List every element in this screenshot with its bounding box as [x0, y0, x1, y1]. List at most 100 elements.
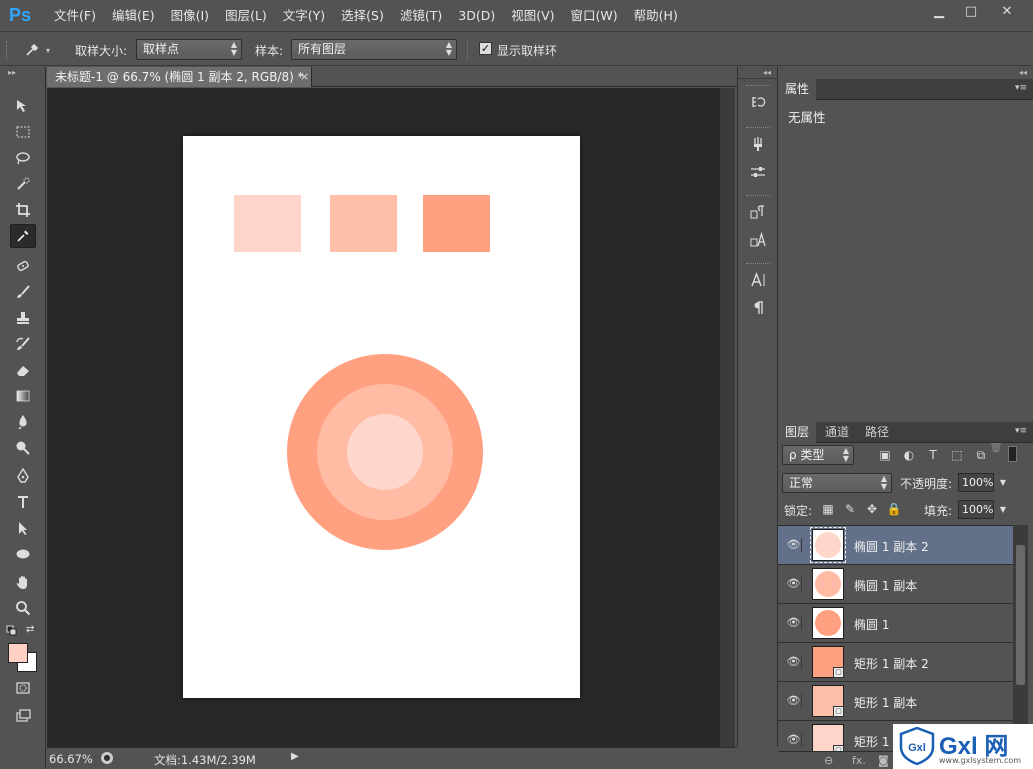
tab-properties[interactable]: 属性: [778, 79, 817, 100]
menu-select[interactable]: 选择(S): [333, 0, 392, 32]
healing-brush-tool-icon[interactable]: [10, 254, 36, 278]
paragraph-panel-icon[interactable]: [747, 297, 769, 319]
screen-mode-icon[interactable]: [10, 704, 36, 728]
clone-stamp-tool-icon[interactable]: [10, 306, 36, 330]
close-button[interactable]: ✕: [987, 2, 1027, 20]
fill-input[interactable]: 100%: [958, 500, 994, 519]
zoom-level[interactable]: 66.67%: [49, 752, 93, 766]
dodge-tool-icon[interactable]: [10, 436, 36, 460]
status-menu-arrow[interactable]: ▶: [291, 751, 299, 762]
lock-image-icon[interactable]: ✎: [842, 501, 858, 517]
path-selection-tool-icon[interactable]: [10, 516, 36, 540]
paragraph-styles-icon[interactable]: [747, 201, 769, 223]
foreground-color-swatch[interactable]: [8, 643, 28, 663]
history-panel-icon[interactable]: [747, 91, 769, 113]
eye-icon[interactable]: 👁: [786, 694, 802, 708]
default-colors-icon[interactable]: [6, 625, 18, 637]
tool-preset-picker[interactable]: ▾: [24, 40, 64, 60]
menu-filter[interactable]: 滤镜(T): [392, 0, 450, 32]
blur-tool-icon[interactable]: [10, 410, 36, 434]
opacity-input[interactable]: 100%: [958, 473, 994, 492]
menu-window[interactable]: 窗口(W): [563, 0, 626, 32]
tools-collapse-button[interactable]: ▸▸: [0, 67, 45, 79]
menu-3d[interactable]: 3D(D): [450, 0, 503, 32]
right-panels-collapse-button[interactable]: ◂◂: [778, 67, 1033, 79]
filter-type-icon[interactable]: T: [924, 447, 942, 463]
dock-grip[interactable]: [746, 263, 770, 265]
filter-smart-object-icon[interactable]: ⧉: [972, 447, 990, 463]
layer-name[interactable]: 椭圆 1 副本: [854, 577, 917, 594]
menu-layer[interactable]: 图层(L): [217, 0, 275, 32]
link-layers-icon[interactable]: ⊖: [824, 754, 833, 767]
filter-pixel-icon[interactable]: ▣: [876, 447, 894, 463]
layer-row[interactable]: 👁 椭圆 1 副本 2: [778, 526, 1013, 565]
marquee-tool-icon[interactable]: [10, 120, 36, 144]
quick-selection-tool-icon[interactable]: [10, 172, 36, 196]
brush-settings-icon[interactable]: [747, 161, 769, 183]
layer-filter-select[interactable]: ρ 类型 ▲ ▼: [782, 445, 854, 465]
rectangle-layer-2[interactable]: [330, 195, 397, 252]
character-panel-icon[interactable]: [747, 269, 769, 291]
eye-icon[interactable]: 👁: [786, 616, 802, 630]
pen-tool-icon[interactable]: [10, 464, 36, 488]
dock-grip[interactable]: [746, 127, 770, 129]
eye-icon[interactable]: 👁: [786, 733, 802, 747]
dock-grip[interactable]: [746, 85, 770, 87]
sample-size-select[interactable]: 取样点 ▲ ▼: [136, 39, 242, 60]
opacity-dropdown[interactable]: ▼: [996, 473, 1010, 492]
move-tool-icon[interactable]: [10, 94, 36, 118]
layer-row[interactable]: 👁 ▢ 矩形 1 副本: [778, 682, 1013, 721]
eye-icon[interactable]: 👁: [786, 655, 802, 669]
canvas-vertical-scrollbar[interactable]: [719, 88, 735, 747]
filter-toggle[interactable]: [1008, 446, 1017, 462]
brush-preset-icon[interactable]: [747, 133, 769, 155]
layer-row[interactable]: 👁 椭圆 1: [778, 604, 1013, 643]
gradient-tool-icon[interactable]: [10, 384, 36, 408]
ellipse-layer-inner[interactable]: [347, 414, 423, 490]
minimize-button[interactable]: ▁: [923, 2, 955, 20]
lock-position-icon[interactable]: ✥: [864, 501, 880, 517]
tab-layers[interactable]: 图层: [778, 422, 817, 443]
dock-collapse-button[interactable]: ◂◂: [738, 67, 777, 79]
hand-tool-icon[interactable]: [10, 570, 36, 594]
eye-icon[interactable]: 👁: [786, 577, 802, 591]
character-styles-icon[interactable]: [747, 229, 769, 251]
menu-view[interactable]: 视图(V): [503, 0, 562, 32]
menu-image[interactable]: 图像(I): [163, 0, 217, 32]
layer-name[interactable]: 椭圆 1 副本 2: [854, 538, 929, 555]
eye-icon[interactable]: 👁: [786, 538, 802, 552]
ellipse-tool-icon[interactable]: [10, 542, 36, 566]
show-sampling-ring-checkbox[interactable]: ✓: [479, 42, 492, 55]
menu-type[interactable]: 文字(Y): [275, 0, 333, 32]
fx-label[interactable]: fx.: [852, 754, 866, 767]
add-mask-icon[interactable]: ◙: [878, 754, 889, 767]
document-tab[interactable]: 未标题-1 @ 66.7% (椭圆 1 副本 2, RGB/8) * ×: [47, 67, 312, 87]
type-tool-icon[interactable]: [10, 490, 36, 514]
menu-file[interactable]: 文件(F): [46, 0, 104, 32]
rectangle-layer-3[interactable]: [423, 195, 490, 252]
tab-paths[interactable]: 路径: [858, 422, 896, 443]
layers-panel-menu[interactable]: ▾≡: [1015, 426, 1027, 436]
maximize-button[interactable]: □: [955, 2, 987, 20]
layer-name[interactable]: 矩形 1 副本: [854, 694, 917, 711]
history-brush-tool-icon[interactable]: [10, 332, 36, 356]
menu-edit[interactable]: 编辑(E): [104, 0, 163, 32]
zoom-tool-icon[interactable]: [10, 596, 36, 620]
options-grip[interactable]: [6, 41, 9, 59]
crop-tool-icon[interactable]: [10, 198, 36, 222]
document-canvas[interactable]: [183, 136, 580, 698]
brush-tool-icon[interactable]: [10, 280, 36, 304]
layer-name[interactable]: 矩形 1 副本 2: [854, 655, 929, 672]
quick-mask-icon[interactable]: [10, 676, 36, 700]
rectangle-layer-1[interactable]: [234, 195, 301, 252]
eyedropper-tool-icon[interactable]: [10, 224, 36, 248]
layers-scrollbar-thumb[interactable]: [1016, 545, 1025, 685]
blend-mode-select[interactable]: 正常 ▲ ▼: [782, 473, 892, 493]
properties-panel-menu[interactable]: ▾≡: [1015, 83, 1027, 93]
filter-adjustment-icon[interactable]: ◐: [900, 447, 918, 463]
layer-name[interactable]: 矩形 1: [854, 733, 889, 750]
lock-transparent-icon[interactable]: ▦: [820, 501, 836, 517]
swap-colors-icon[interactable]: ⇄: [26, 624, 38, 636]
lock-all-icon[interactable]: 🔒: [886, 501, 902, 517]
fill-dropdown[interactable]: ▼: [996, 500, 1010, 519]
